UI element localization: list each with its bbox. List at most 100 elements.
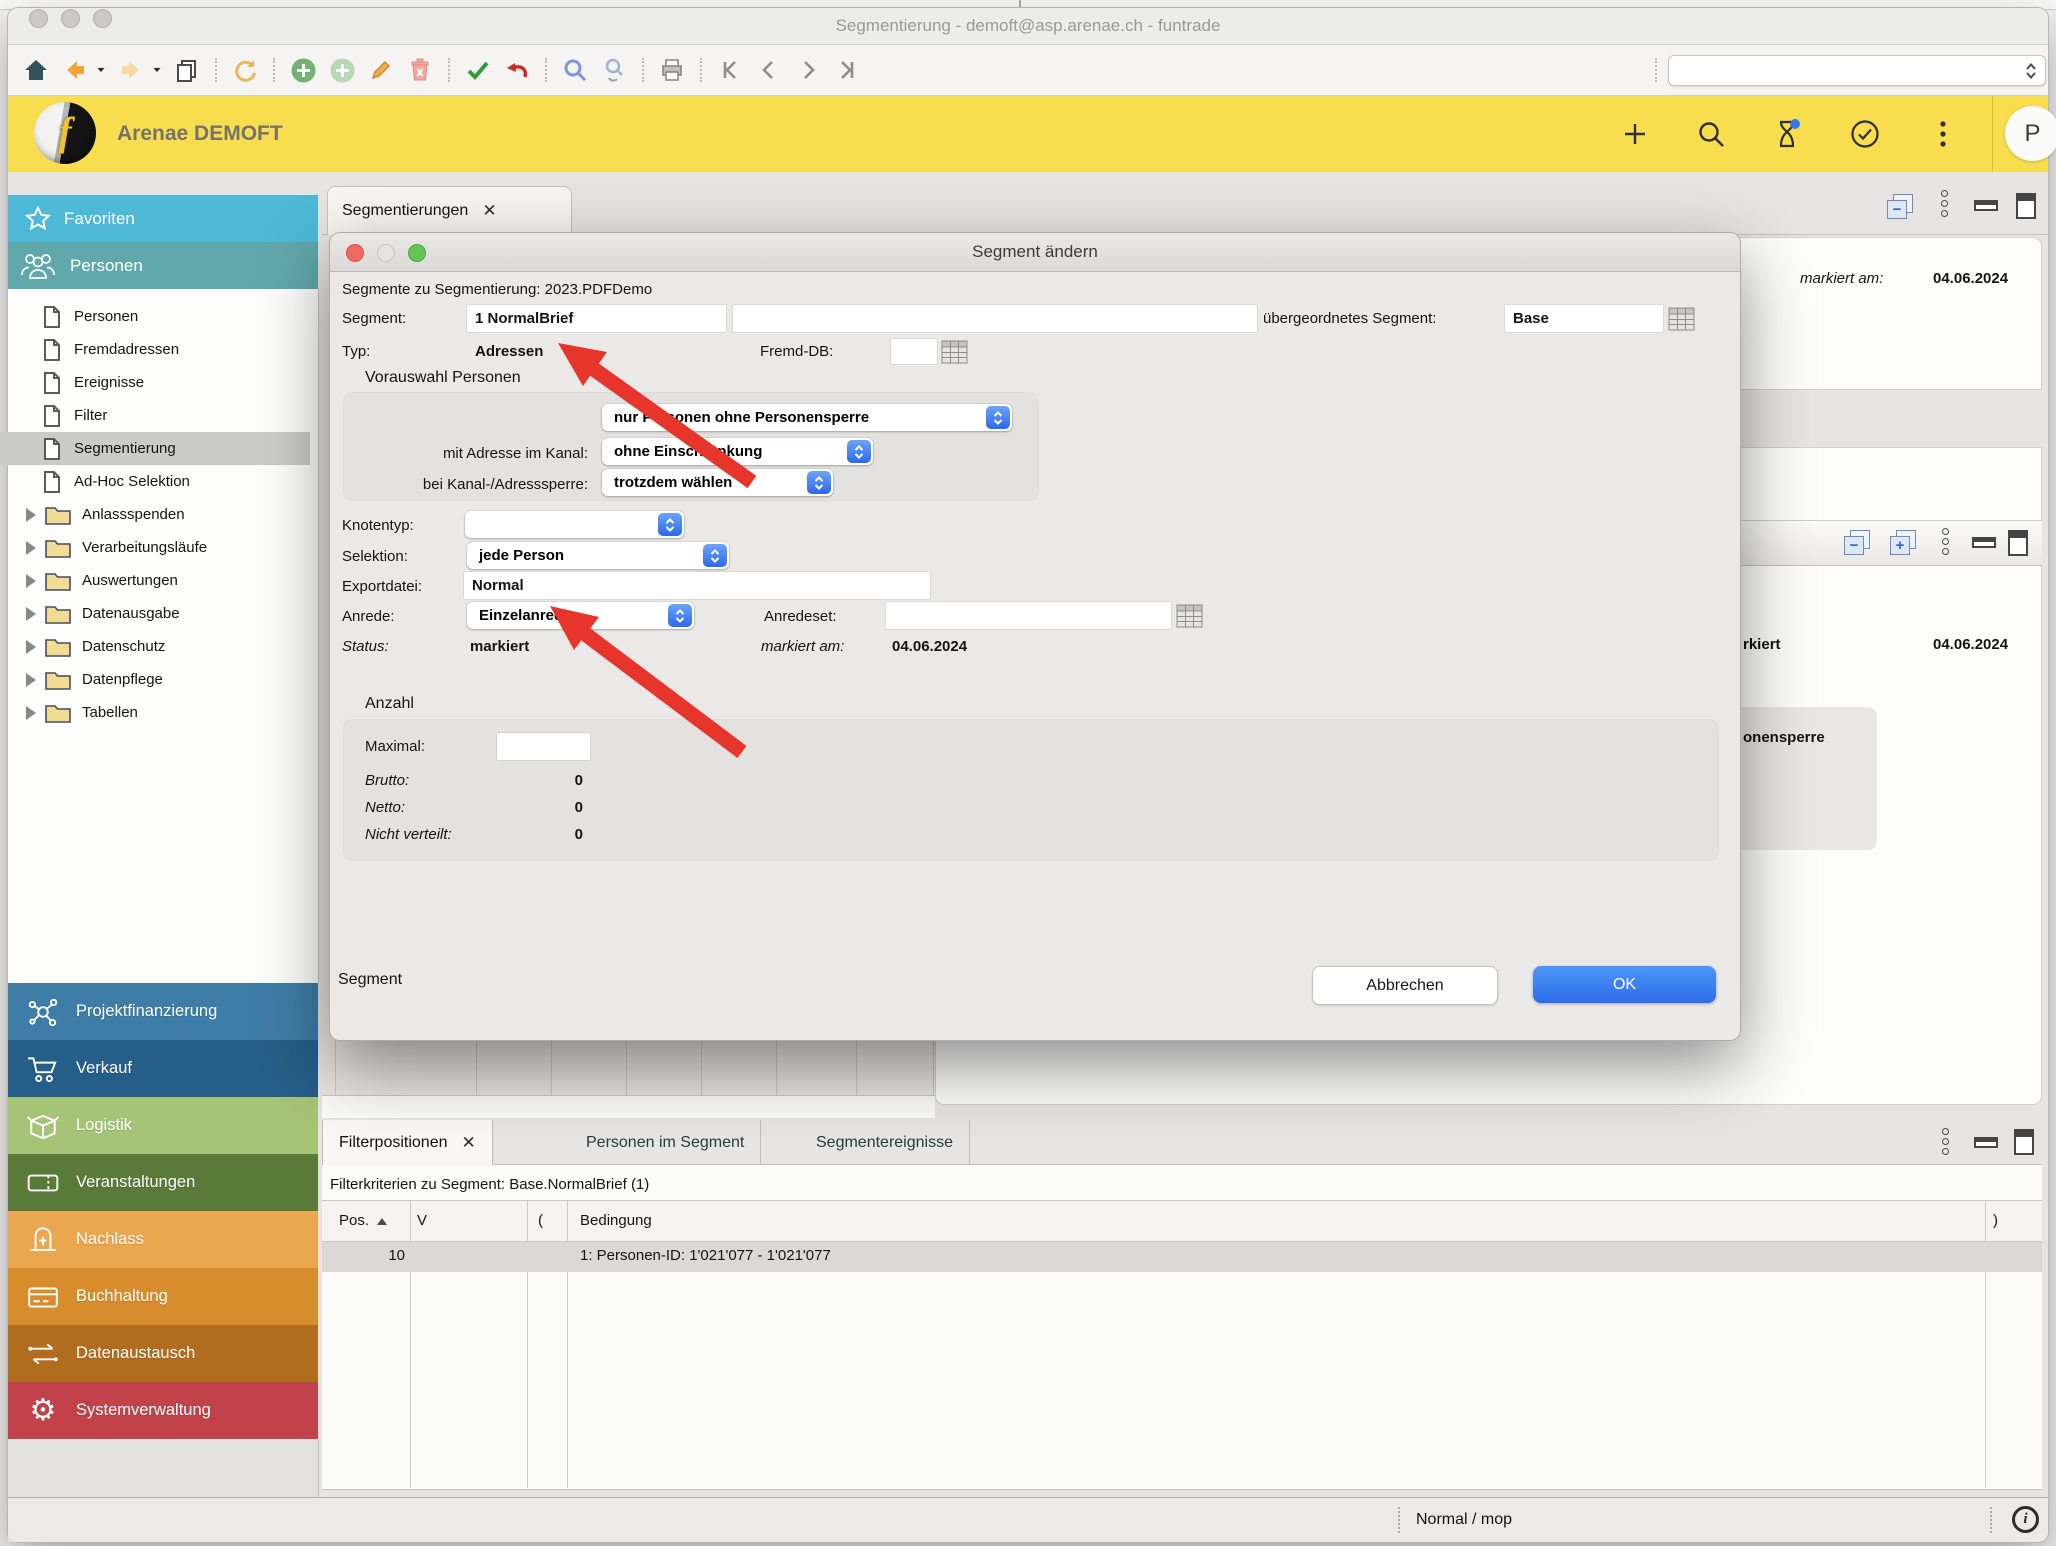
expand-caret-icon[interactable]: [26, 574, 36, 588]
kanalsperre-dropdown[interactable]: trotzdem wählen: [602, 469, 833, 496]
tree-folder-datenschutz[interactable]: Datenschutz: [0, 630, 310, 663]
print-button[interactable]: [658, 56, 686, 84]
panel-drag-handle-icon[interactable]: [1942, 1128, 1949, 1155]
panel-minimize-icon[interactable]: [1974, 200, 1998, 211]
sidebar-module-systemverwaltung[interactable]: ⚙ Systemverwaltung: [8, 1382, 318, 1439]
dialog-titlebar[interactable]: Segment ändern: [330, 233, 1740, 272]
tree-folder-datenausgabe[interactable]: Datenausgabe: [0, 597, 310, 630]
search-again-button[interactable]: [600, 56, 628, 84]
sidebar-module-projektfinanzierung[interactable]: Projektfinanzierung: [8, 983, 318, 1040]
statusbar-drag-handle[interactable]: [1398, 1507, 1400, 1533]
tree-folder-tabellen[interactable]: Tabellen: [0, 696, 310, 729]
tab-close-icon[interactable]: ✕: [482, 201, 496, 221]
tab-segmentierungen[interactable]: Segmentierungen ✕: [327, 186, 572, 235]
tree-folder-auswertungen[interactable]: Auswertungen: [0, 564, 310, 597]
quick-search-combobox[interactable]: [1668, 55, 2046, 86]
dialog-zoom-button[interactable]: [408, 244, 426, 262]
parent-segment-input[interactable]: Base: [1505, 305, 1663, 332]
panel-maximize-icon[interactable]: [2016, 193, 2036, 219]
dialog-close-button[interactable]: [346, 244, 364, 262]
selektion-dropdown[interactable]: jede Person: [467, 542, 729, 569]
tree-folder-verarbeitungslaeufe[interactable]: Verarbeitungsläufe: [0, 531, 310, 564]
expand-caret-icon[interactable]: [26, 541, 36, 555]
anredeset-input[interactable]: [886, 602, 1171, 629]
anrede-dropdown[interactable]: Einzelanrede: [467, 602, 694, 629]
panel-maximize-icon[interactable]: [2008, 530, 2028, 556]
expand-caret-icon[interactable]: [26, 508, 36, 522]
panel-minimize-icon[interactable]: [1972, 537, 1996, 548]
personensperre-dropdown[interactable]: nur Personen ohne Personensperre: [602, 404, 1012, 431]
stepper-icon[interactable]: [847, 440, 871, 463]
confirm-button[interactable]: [464, 56, 492, 84]
panel-maximize-icon[interactable]: [2014, 1129, 2034, 1155]
tree-folder-anlassspenden[interactable]: Anlassspenden: [0, 498, 310, 531]
tree-folder-datenpflege[interactable]: Datenpflege: [0, 663, 310, 696]
parent-segment-lookup-icon[interactable]: [1668, 307, 1695, 331]
fremddb-lookup-icon[interactable]: [941, 340, 968, 364]
info-icon[interactable]: i: [2012, 1506, 2039, 1533]
sidebar-item-favoriten[interactable]: Favoriten: [8, 195, 318, 242]
tree-item-segmentierung[interactable]: Segmentierung: [0, 432, 310, 465]
table-row[interactable]: 10 1: Personen-ID: 1'021'077 - 1'021'077: [322, 1242, 2042, 1272]
tab-filterpositionen[interactable]: Filterpositionen ✕: [322, 1120, 493, 1165]
tab-segmentereignisse[interactable]: Segmentereignisse: [800, 1120, 970, 1165]
stepper-icon[interactable]: [658, 513, 682, 536]
forward-button[interactable]: [117, 56, 145, 84]
tree-item-adhoc-selektion[interactable]: Ad-Hoc Selektion: [0, 465, 310, 498]
expand-caret-icon[interactable]: [26, 706, 36, 720]
fremddb-input[interactable]: [891, 339, 937, 364]
dialog-minimize-button[interactable]: [377, 244, 395, 262]
col-close-paren[interactable]: ): [1993, 1212, 1998, 1229]
user-avatar[interactable]: P: [2005, 106, 2056, 161]
pending-tasks-icon[interactable]: [1770, 117, 1804, 151]
col-bedingung[interactable]: Bedingung: [580, 1212, 652, 1229]
segment-name-input[interactable]: 1 NormalBrief: [467, 305, 726, 332]
duplicate-window-button[interactable]: [173, 56, 201, 84]
sidebar-item-personen-group[interactable]: Personen: [8, 242, 318, 289]
nav-next-button[interactable]: [794, 56, 822, 84]
expand-caret-icon[interactable]: [26, 640, 36, 654]
cancel-button[interactable]: Abbrechen: [1312, 966, 1498, 1005]
sidebar-module-nachlass[interactable]: Nachlass: [8, 1211, 318, 1268]
back-button[interactable]: [61, 56, 89, 84]
sidebar-module-veranstaltungen[interactable]: Veranstaltungen: [8, 1154, 318, 1211]
sidebar-module-logistik[interactable]: Logistik: [8, 1097, 318, 1154]
nav-prev-button[interactable]: [755, 56, 783, 84]
knotentyp-dropdown[interactable]: [465, 511, 684, 538]
stepper-icon[interactable]: [668, 604, 692, 627]
statusbar-drag-handle[interactable]: [1990, 1507, 1992, 1533]
stepper-icon[interactable]: [986, 406, 1010, 429]
stepper-icon[interactable]: [703, 544, 727, 567]
add-copy-record-button[interactable]: [328, 56, 356, 84]
sidebar-module-buchhaltung[interactable]: Buchhaltung: [8, 1268, 318, 1325]
expand-caret-icon[interactable]: [26, 607, 36, 621]
sidebar-module-verkauf[interactable]: Verkauf: [8, 1040, 318, 1097]
panel-drag-handle-icon[interactable]: [1942, 528, 1949, 555]
anredeset-lookup-icon[interactable]: [1176, 604, 1203, 628]
undo-button[interactable]: [503, 56, 531, 84]
refresh-button[interactable]: [231, 56, 259, 84]
tab-close-icon[interactable]: ✕: [462, 1133, 476, 1153]
sidebar-module-datenaustausch[interactable]: Datenaustausch: [8, 1325, 318, 1382]
panel-drag-handle-icon[interactable]: [1941, 190, 1948, 217]
kebab-menu-icon[interactable]: [1926, 117, 1960, 151]
exportdatei-input[interactable]: Normal: [464, 572, 930, 599]
check-circle-icon[interactable]: [1848, 117, 1882, 151]
ok-button[interactable]: OK: [1533, 966, 1716, 1003]
tree-item-filter[interactable]: Filter: [0, 399, 310, 432]
panel-minimize-icon[interactable]: [1974, 1137, 1998, 1148]
tree-item-personen[interactable]: Personen: [0, 300, 310, 333]
nav-last-button[interactable]: [833, 56, 861, 84]
col-v[interactable]: V: [417, 1212, 427, 1229]
home-button[interactable]: [22, 56, 50, 84]
stepper-icon[interactable]: [807, 471, 831, 494]
maximal-input[interactable]: [497, 733, 590, 760]
back-history-caret[interactable]: [98, 68, 105, 72]
add-record-button[interactable]: [289, 56, 317, 84]
tab-personen-im-segment[interactable]: Personen im Segment: [570, 1120, 761, 1165]
search-button[interactable]: [561, 56, 589, 84]
tree-item-ereignisse[interactable]: Ereignisse: [0, 366, 310, 399]
delete-button[interactable]: [406, 56, 434, 84]
forward-history-caret[interactable]: [154, 68, 161, 72]
segment-name2-input[interactable]: [733, 305, 1257, 332]
